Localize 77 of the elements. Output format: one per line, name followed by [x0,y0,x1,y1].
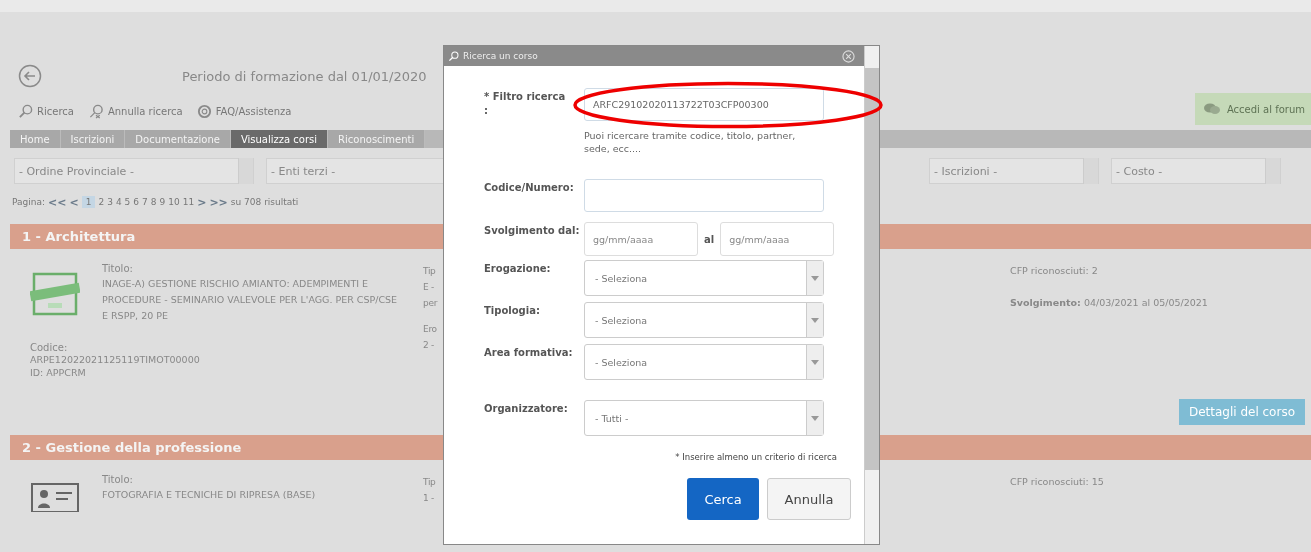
results-count: su 708 risultati [230,197,299,207]
pagination-label: Pagina: [12,197,45,207]
course-detail: 2 - [423,339,434,352]
first-page-link[interactable]: << [48,195,67,209]
field-label: Area formativa: [484,346,574,360]
text-field[interactable] [584,179,824,212]
field-label: Erogazione: [484,262,552,276]
search-button[interactable]: Cerca [687,478,759,520]
page-link[interactable]: 10 [168,197,180,207]
date-separator: al [704,233,715,245]
course-detail: Tip [423,476,436,489]
page-link[interactable]: 8 [150,197,157,207]
course-detail: Tip [423,265,436,278]
title-label: Titolo: [102,263,134,274]
dropdown[interactable]: - Seleziona [584,260,824,296]
page-link[interactable]: 9 [159,197,166,207]
page-link[interactable]: 6 [133,197,140,207]
last-page-link[interactable]: >> [209,195,228,209]
code-label: Codice: [30,342,69,353]
course-detail: per [423,297,438,310]
page-title: Periodo di formazione dal 01/01/2020 [182,68,427,84]
course-id: ID: APPCRM [30,366,87,379]
forum-button[interactable]: Accedi al forum [1194,93,1311,125]
cfp-credits: CFP riconosciuti: 2 [1010,264,1099,278]
course-detail: Ero [423,323,437,336]
cancel-button[interactable]: Annulla [767,478,851,520]
course-title: FOTOGRAFIA E TECNICHE DI RIPRESA (BASE) [102,488,317,502]
search-icon [448,50,459,62]
required-note: * Inserire almeno un criterio di ricerca [675,452,837,462]
title-label: Titolo: [102,474,134,485]
field-label: Organizzatore: [484,402,569,416]
field-hint: Puoi ricercare tramite codice, titolo, partner, sede, ecc.... [584,129,797,155]
tab[interactable]: Home [10,130,61,148]
field-label: Tipologia: [484,304,541,318]
cfp-credits: CFP riconosciuti: 15 [1010,475,1105,489]
stamp-icon [30,271,80,317]
tab[interactable]: Visualizza corsi [230,130,329,148]
course-details-button[interactable]: Dettagli del corso [1178,399,1305,425]
toolbar-link[interactable]: FAQ/Assistenza [196,103,292,119]
search-cancel-icon [87,103,104,119]
previous-page-link[interactable]: < [69,195,79,209]
search-filter-field[interactable]: ARFC29102020113722T03CFP00300 [584,88,824,121]
filter-dropdown[interactable]: - Ordine Provinciale - [14,158,254,184]
toolbar-link[interactable]: Annulla ricerca [87,103,183,119]
tab[interactable]: Riconoscimenti [328,130,426,148]
dropdown[interactable]: - Seleziona [584,344,824,380]
course-code: ARPE12022021125119TIMOT00000 [30,353,201,366]
page-link[interactable]: 2 [98,197,105,207]
next-page-link[interactable]: > [197,195,207,209]
filter-dropdown[interactable]: - Iscrizioni - [929,158,1099,184]
tab[interactable]: Documentazione [125,130,231,148]
filter-dropdown[interactable]: - Costo - [1111,158,1281,184]
scrollbar[interactable] [864,46,879,544]
date-field[interactable]: gg/mm/aaaa [584,222,698,256]
field-label: * Filtro ricerca : [484,90,567,118]
page-link[interactable]: 3 [107,197,113,207]
page-link[interactable]: 11 [182,197,195,207]
dropdown[interactable]: - Tutti - [584,400,824,436]
page-link[interactable]: 1 [81,196,96,208]
field-label: Svolgimento dal: [484,224,581,238]
dialog-title: Ricerca un corso [463,51,539,61]
course-detail: 1 - [423,492,434,505]
search-icon [18,103,33,119]
course-dates: Svolgimento: 04/03/2021 al 05/05/2021 [1010,296,1209,310]
tab[interactable]: Iscrizioni [60,130,126,148]
close-icon[interactable] [842,49,855,63]
course-detail: E - [423,281,434,294]
date-field[interactable]: gg/mm/aaaa [720,222,835,256]
toolbar-link[interactable]: Ricerca [18,103,74,119]
page-link[interactable]: 5 [124,197,131,207]
chat-bubbles-icon [1202,102,1221,116]
page-link[interactable]: 4 [115,197,122,207]
dropdown[interactable]: - Seleziona [584,302,824,338]
field-label: Codice/Numero: [484,181,575,195]
course-title: INAGE-A) GESTIONE RISCHIO AMIANTO: ADEMPIMENTI E PROCEDURE - SEMINARIO VALEVOLE PER L'AGG. PER CSP/CSE E RSPP, 20 PE [102,277,399,323]
id-card-icon [30,482,80,512]
page-link[interactable]: 7 [142,197,148,207]
